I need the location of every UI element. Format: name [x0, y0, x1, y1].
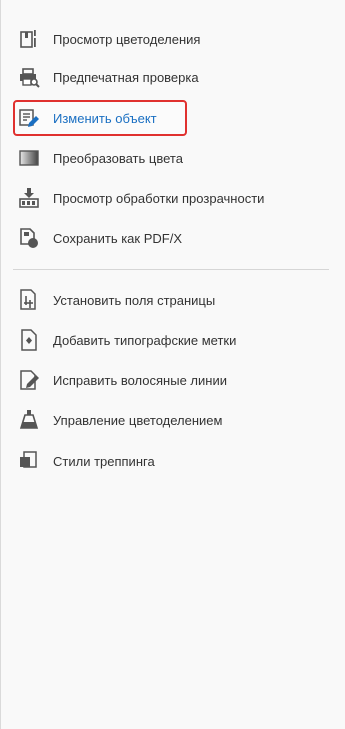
tool-ink-manager[interactable]: Управление цветоделением	[13, 402, 329, 438]
tool-label: Предпечатная проверка	[53, 69, 199, 85]
tool-flattener-preview[interactable]: Просмотр обработки прозрачности	[13, 180, 329, 216]
tool-save-pdfx[interactable]: Сохранить как PDF/X	[13, 220, 329, 256]
fix-hairlines-icon	[17, 368, 41, 392]
print-production-tools-panel: Просмотр цветоделения Предпечатная прове…	[0, 0, 345, 729]
tool-convert-colors[interactable]: Преобразовать цвета	[13, 140, 329, 176]
flattener-preview-icon	[17, 186, 41, 210]
tool-edit-object[interactable]: Изменить объект	[13, 100, 187, 136]
tool-label: Изменить объект	[53, 110, 157, 126]
tool-label: Стили треппинга	[53, 453, 155, 469]
preflight-icon	[17, 65, 41, 89]
save-pdfx-icon	[17, 226, 41, 250]
ink-manager-icon	[17, 408, 41, 432]
edit-object-icon	[17, 106, 41, 130]
tool-printer-marks[interactable]: Добавить типографские метки	[13, 322, 329, 358]
tool-set-page-boxes[interactable]: Установить поля страницы	[13, 282, 329, 318]
printer-marks-icon	[17, 328, 41, 352]
tool-separations-preview[interactable]: Просмотр цветоделения	[13, 21, 329, 57]
tool-label: Добавить типографские метки	[53, 332, 237, 348]
trap-presets-icon	[17, 449, 41, 473]
tool-label: Сохранить как PDF/X	[53, 230, 182, 246]
tool-label: Просмотр цветоделения	[53, 31, 201, 47]
tool-trap-presets[interactable]: Стили треппинга	[13, 443, 329, 479]
tool-preflight[interactable]: Предпечатная проверка	[13, 59, 329, 95]
convert-colors-icon	[17, 146, 41, 170]
set-page-boxes-icon	[17, 288, 41, 312]
group-divider	[13, 269, 329, 270]
separations-preview-icon	[17, 27, 41, 51]
tool-label: Установить поля страницы	[53, 292, 216, 308]
tool-label: Управление цветоделением	[53, 412, 223, 428]
tool-fix-hairlines[interactable]: Исправить волосяные линии	[13, 362, 329, 398]
tool-label: Просмотр обработки прозрачности	[53, 190, 265, 206]
tool-label: Преобразовать цвета	[53, 150, 183, 166]
tool-label: Исправить волосяные линии	[53, 372, 227, 388]
